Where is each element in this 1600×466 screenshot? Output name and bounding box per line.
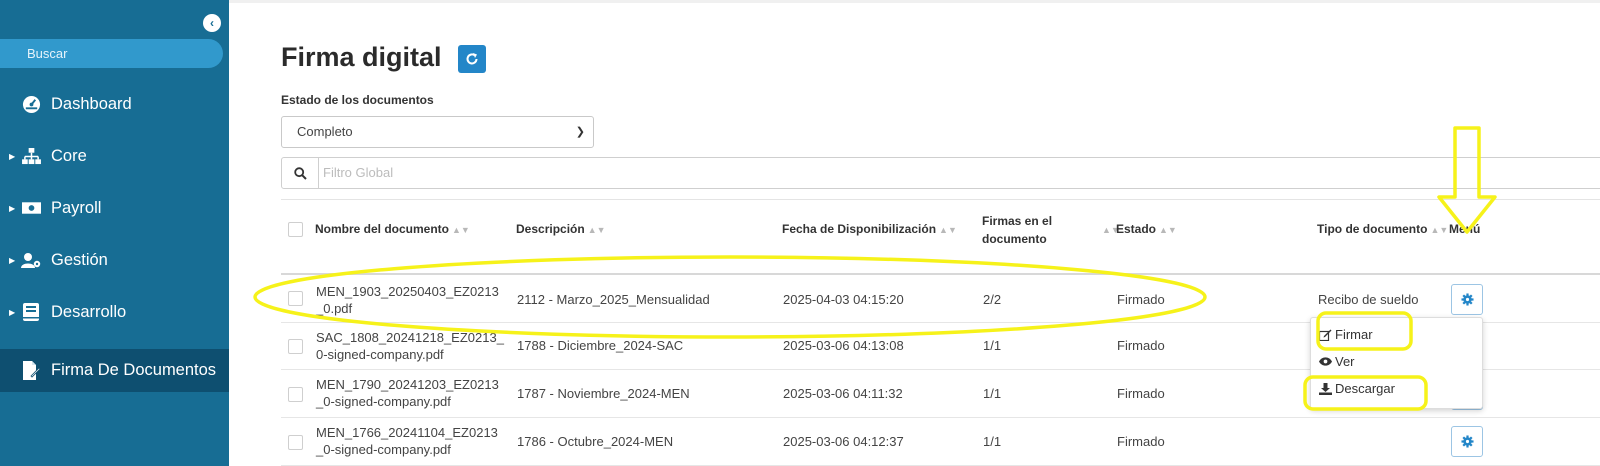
app-root: ‹ Buscar Dashboard ▶ Core ▶ Payroll ▶ Ge… (0, 0, 1600, 466)
highlight-ellipse (253, 255, 1207, 339)
highlight-box-firmar (1316, 311, 1413, 351)
highlight-arrow (1437, 126, 1497, 234)
highlight-box-descargar (1303, 375, 1428, 411)
annotation-overlay (253, 126, 1497, 411)
